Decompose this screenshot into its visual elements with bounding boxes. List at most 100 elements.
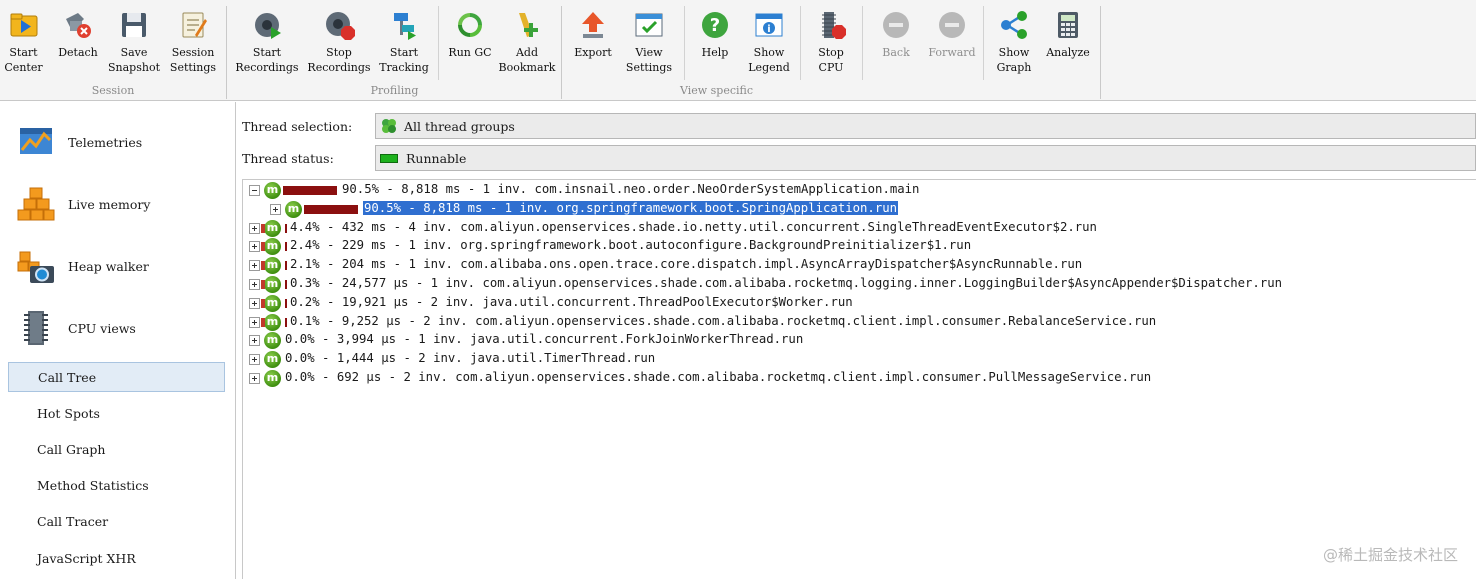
thread-selection-row: Thread selection: All thread groups (237, 112, 1476, 142)
expand-node-icon[interactable] (249, 279, 260, 290)
watermark: @稀土掘金技术社区 (1322, 546, 1458, 564)
graph-icon (998, 9, 1030, 41)
method-icon: m (261, 238, 281, 256)
start-center-button[interactable]: Start Center (0, 6, 47, 80)
tree-row-label: 4.4% - 432 ms - 4 inv. com.aliyun.opense… (290, 219, 1097, 234)
start-recordings-button[interactable]: Start Recordings (234, 6, 300, 80)
expand-node-icon[interactable] (249, 316, 260, 328)
expand-node-icon[interactable] (249, 222, 260, 234)
cpu-views-icon (16, 308, 56, 348)
start-tracking-icon (388, 9, 420, 41)
tree-row[interactable]: m 0.0% - 1,444 µs - 2 inv. java.util.Time… (243, 350, 1473, 369)
expand-node-icon[interactable] (249, 335, 260, 347)
export-icon (577, 9, 609, 41)
time-percentage-bar (285, 261, 287, 271)
time-percentage-bar (285, 298, 287, 308)
add-bookmark-button[interactable]: Add Bookmark (499, 6, 555, 80)
thread-selection-label: Thread selection: (242, 119, 353, 134)
thread-group-icon (380, 117, 398, 135)
stop-cpu-button[interactable]: Stop CPU (807, 6, 855, 80)
run-gc-button[interactable]: Run GC (446, 6, 494, 80)
tree-row[interactable]: m 0.3% - 24,577 µs - 1 inv. com.aliyun.op… (243, 275, 1473, 294)
thread-status-row: Thread status: Runnable (237, 144, 1476, 174)
tree-row-label: 0.2% - 19,921 µs - 2 inv. java.util.conc… (290, 294, 853, 309)
legend-icon: i (753, 9, 785, 41)
sidebar-section-heap-walker[interactable]: Heap walker (0, 238, 236, 294)
thread-status-value: Runnable (406, 150, 467, 166)
toolbar-separator (862, 6, 863, 80)
method-icon: m (264, 332, 281, 350)
expand-node-icon[interactable] (270, 203, 281, 215)
tree-row[interactable]: m 0.1% - 9,252 µs - 2 inv. com.aliyun.ope… (243, 313, 1473, 332)
toolbar-group-view-specific: Export View Settings ? Help i Show Legen… (563, 6, 1101, 99)
tree-row[interactable]: m 0.0% - 692 µs - 2 inv. com.aliyun.opens… (243, 369, 1473, 388)
time-percentage-bar (285, 317, 287, 327)
help-button[interactable]: ? Help (691, 6, 739, 80)
collapse-node-icon[interactable] (249, 185, 260, 196)
toolbar-separator (438, 6, 439, 80)
expand-node-icon[interactable] (249, 260, 260, 272)
show-graph-button[interactable]: Show Graph (989, 6, 1039, 80)
save-snapshot-button[interactable]: Save Snapshot (108, 6, 160, 80)
method-icon: m (264, 370, 281, 387)
toolbar-separator (800, 6, 801, 80)
time-percentage-bar (285, 223, 287, 233)
time-percentage-bar (285, 242, 287, 252)
start-tracking-button[interactable]: Start Tracking (377, 6, 431, 80)
back-button[interactable]: Back (869, 6, 923, 80)
forward-arrow-icon (936, 9, 968, 41)
thread-selection-value: All thread groups (404, 118, 515, 134)
expand-node-icon[interactable] (249, 373, 260, 384)
tree-row-label: 2.4% - 229 ms - 1 inv. org.springframewo… (290, 238, 972, 253)
help-icon: ? (699, 9, 731, 41)
tree-row-label: 0.1% - 9,252 µs - 2 inv. com.aliyun.open… (290, 313, 1157, 328)
thread-selection-dropdown[interactable]: All thread groups (375, 113, 1476, 139)
tree-row-label: 0.0% - 1,444 µs - 2 inv. java.util.Timer… (285, 351, 656, 366)
tree-row[interactable]: m 2.1% - 204 ms - 1 inv. com.alibaba.ons.… (243, 256, 1473, 275)
tree-row[interactable]: m 0.2% - 19,921 µs - 2 inv. java.util.con… (243, 294, 1473, 313)
expand-node-icon[interactable] (249, 354, 260, 366)
export-button[interactable]: Export (569, 6, 617, 80)
toolbar-group-profiling: Start Recordings Stop Recordings Start T… (228, 6, 562, 99)
tree-row[interactable]: m 2.4% - 229 ms - 1 inv. org.springframew… (243, 237, 1473, 256)
sidebar-item-hot-spots[interactable]: Hot Spots (8, 399, 225, 429)
time-percentage-bar (285, 280, 287, 289)
tree-row[interactable]: m 4.4% - 432 ms - 4 inv. com.aliyun.opens… (243, 219, 1473, 238)
runnable-status-icon (380, 153, 398, 163)
forward-button[interactable]: Forward (925, 6, 979, 80)
session-settings-button[interactable]: Session Settings (166, 6, 220, 80)
expand-node-icon[interactable] (249, 297, 260, 309)
tree-row[interactable]: m 0.0% - 3,994 µs - 1 inv. java.util.conc… (243, 331, 1473, 350)
tree-row[interactable]: m 90.5% - 8,818 ms - 1 inv. com.insnail.n… (243, 181, 1473, 200)
tree-row-label: 0.3% - 24,577 µs - 1 inv. com.aliyun.ope… (290, 276, 1283, 290)
start-center-icon (8, 9, 40, 41)
calculator-icon (1052, 9, 1084, 41)
call-tree: m 90.5% - 8,818 ms - 1 inv. com.insnail.n… (242, 179, 1476, 579)
recycle-icon (454, 9, 486, 41)
sidebar-item-call-graph[interactable]: Call Graph (8, 435, 225, 465)
stop-recordings-button[interactable]: Stop Recordings (305, 6, 373, 80)
stop-recordings-icon (323, 9, 355, 41)
sidebar-item-method-statistics[interactable]: Method Statistics (8, 471, 225, 501)
detach-icon (62, 9, 94, 41)
thread-status-dropdown[interactable]: Runnable (375, 145, 1476, 171)
expand-node-icon[interactable] (249, 241, 260, 253)
sidebar-section-cpu-views[interactable]: CPU views (0, 300, 236, 356)
sidebar-item-javascript-xhr[interactable]: JavaScript XHR (8, 544, 225, 574)
sidebar-item-call-tracer[interactable]: Call Tracer (8, 507, 225, 537)
sidebar-section-live-memory[interactable]: Live memory (0, 176, 236, 232)
method-icon: m (285, 200, 302, 218)
time-percentage-bar (283, 186, 337, 195)
show-legend-button[interactable]: i Show Legend (743, 6, 795, 80)
method-icon: m (264, 351, 281, 369)
sidebar-section-telemetries[interactable]: Telemetries (0, 114, 236, 170)
sidebar-item-call-tree[interactable]: Call Tree (8, 362, 225, 392)
detach-button[interactable]: Detach (55, 6, 101, 80)
start-recordings-icon (251, 9, 283, 41)
tree-row[interactable]: m 90.5% - 8,818 ms - 1 inv. org.springfra… (243, 199, 1473, 219)
view-settings-icon (633, 9, 665, 41)
tree-row-label: 90.5% - 8,818 ms - 1 inv. com.insnail.ne… (342, 182, 920, 196)
analyze-button[interactable]: Analyze (1041, 6, 1095, 80)
view-settings-button[interactable]: View Settings (620, 6, 678, 80)
back-arrow-icon (880, 9, 912, 41)
